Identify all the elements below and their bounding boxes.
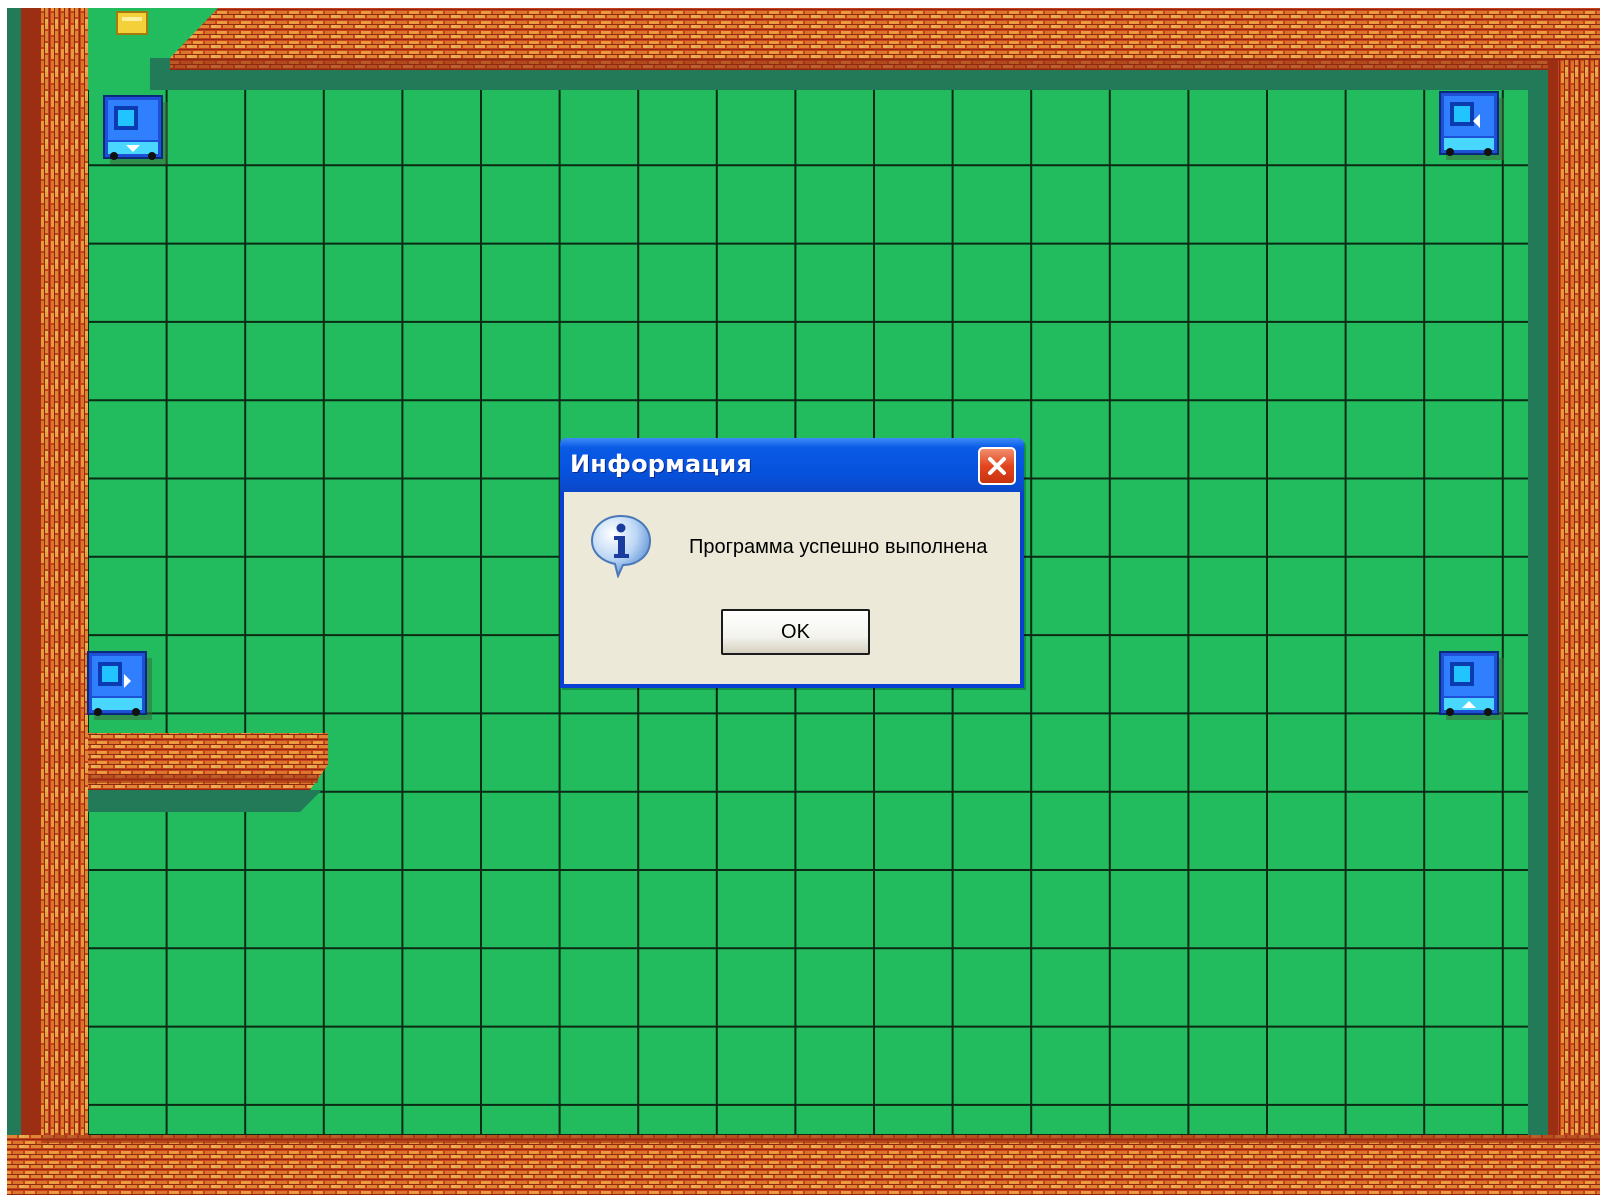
ok-button[interactable]: OK [721, 609, 870, 655]
robot-top-right-icon [1439, 91, 1504, 160]
robot-left-middle-icon [87, 651, 152, 720]
dialog-message: Программа успешно выполнена [689, 536, 988, 558]
robot-right-middle-icon [1439, 651, 1504, 720]
robot-field-scene: Информация Программа успешно выполнена O… [0, 0, 1600, 1195]
door-marker-icon [116, 11, 148, 35]
dialog-titlebar[interactable]: Информация [560, 438, 1024, 492]
dialog-title: Информация [570, 450, 752, 478]
close-button[interactable] [978, 447, 1016, 485]
info-icon [590, 514, 652, 578]
robot-top-left-icon [103, 95, 168, 164]
dialog-body: Программа успешно выполнена OK [564, 492, 1020, 684]
info-dialog: Информация Программа успешно выполнена O… [560, 438, 1024, 688]
bottom-wall [7, 1135, 1600, 1195]
close-icon [988, 457, 1006, 475]
